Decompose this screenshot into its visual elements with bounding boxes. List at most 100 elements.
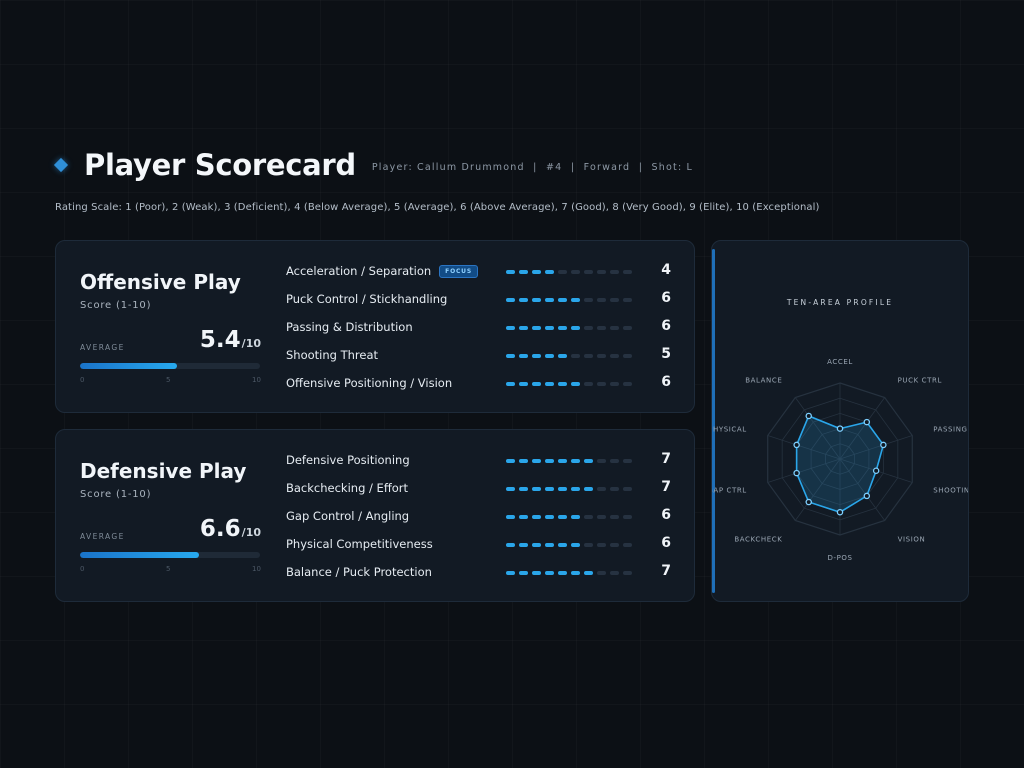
defensive-average-denominator: /10: [241, 526, 261, 539]
skill-rating-meter: [506, 326, 636, 330]
rating-segment: [571, 571, 580, 575]
rating-segment: [610, 487, 619, 491]
skill-score: 6: [661, 535, 671, 551]
rating-segment: [610, 382, 619, 386]
skill-label: Offensive Positioning / Vision: [286, 376, 452, 390]
skill-score: 6: [661, 507, 671, 523]
rating-segment: [519, 382, 528, 386]
skill-row: Acceleration / Separation FOCUS 4: [286, 262, 676, 280]
rating-segment: [571, 487, 580, 491]
skill-score: 6: [661, 318, 671, 334]
radar-point: [872, 467, 880, 474]
rating-segment: [584, 382, 593, 386]
skill-name: Backchecking / Effort: [286, 481, 409, 495]
skill-name: Balance / Puck Protection: [286, 565, 432, 579]
rating-segment: [519, 326, 528, 330]
radar-axis-label: D-POS: [827, 554, 852, 562]
skill-row: Offensive Positioning / Vision 6: [286, 374, 676, 392]
skill-name: Offensive Positioning / Vision: [286, 376, 453, 390]
rating-segment: [558, 543, 567, 547]
rating-segment: [519, 459, 528, 463]
rating-segment: [597, 298, 606, 302]
skill-name: Physical Competitiveness: [286, 537, 433, 551]
rating-segment: [597, 459, 606, 463]
rating-segment: [545, 382, 554, 386]
skill-rating-meter: [506, 270, 636, 274]
rating-segment: [597, 326, 606, 330]
rating-segment: [584, 571, 593, 575]
offensive-tick-5: 5: [166, 376, 171, 384]
rating-segment: [571, 298, 580, 302]
rating-segment: [610, 459, 619, 463]
radar-axis-label: BALANCE: [745, 377, 782, 385]
skill-score: 7: [661, 563, 671, 579]
radar-chart: ACCEL PUCK CTRL PASSING SHOOTING VISION D-POS…: [712, 358, 968, 562]
rating-segment: [584, 543, 593, 547]
rating-segment: [623, 543, 632, 547]
rating-segment: [532, 543, 541, 547]
offensive-average: 5.4 /10: [200, 327, 261, 353]
radar-point: [836, 425, 844, 432]
rating-segment: [610, 515, 619, 519]
rating-segment: [571, 515, 580, 519]
defensive-average-label: AVERAGE: [80, 532, 125, 541]
offensive-panel: Offensive Play Score (1-10) AVERAGE 5.4 …: [55, 240, 695, 413]
rating-segment: [610, 270, 619, 274]
offensive-score-label: Score (1-10): [80, 300, 152, 311]
rating-segment: [545, 515, 554, 519]
skill-rating-meter: [506, 571, 636, 575]
rating-segment: [506, 487, 515, 491]
skill-row: Balance / Puck Protection 7: [286, 563, 676, 581]
rating-segment: [558, 326, 567, 330]
rating-segment: [532, 270, 541, 274]
skill-label: Puck Control / Stickhandling: [286, 292, 447, 306]
rating-segment: [623, 298, 632, 302]
skill-score: 6: [661, 374, 671, 390]
rating-segment: [571, 354, 580, 358]
skill-name: Puck Control / Stickhandling: [286, 292, 448, 306]
rating-segment: [545, 298, 554, 302]
skill-score: 7: [661, 479, 671, 495]
skill-rating-meter: [506, 543, 636, 547]
rating-segment: [532, 515, 541, 519]
rating-segment: [610, 543, 619, 547]
rating-segment: [558, 354, 567, 358]
radar-point: [793, 441, 800, 449]
rating-segment: [623, 459, 632, 463]
rating-segment: [571, 270, 580, 274]
page-header: Player Scorecard Player: Callum Drummond…: [53, 148, 693, 182]
skill-row: Gap Control / Angling 6: [286, 507, 676, 525]
rating-segment: [597, 543, 606, 547]
rating-segment: [519, 515, 528, 519]
defensive-average-value: 6.6: [199, 516, 241, 542]
rating-segment: [506, 270, 515, 274]
rating-segment: [506, 326, 515, 330]
radar-axis-label: PHYSICAL: [712, 426, 747, 434]
rating-segment: [545, 487, 554, 491]
rating-segment: [558, 298, 567, 302]
skill-score: 4: [661, 262, 671, 278]
rating-segment: [506, 298, 515, 302]
rating-segment: [519, 298, 528, 302]
rating-segment: [610, 326, 619, 330]
skill-score: 5: [661, 346, 671, 362]
rating-segment: [532, 326, 541, 330]
rating-segment: [597, 382, 606, 386]
skill-name: Acceleration / Separation: [286, 264, 432, 278]
offensive-tick-0: 0: [80, 376, 85, 384]
skill-name: Passing & Distribution: [286, 320, 413, 334]
rating-segment: [545, 459, 554, 463]
rating-segment: [506, 382, 515, 386]
rating-segment: [584, 459, 593, 463]
rating-segment: [519, 487, 528, 491]
rating-segment: [597, 354, 606, 358]
skill-rating-meter: [506, 459, 636, 463]
radar-point: [863, 492, 871, 500]
rating-segment: [545, 354, 554, 358]
radar-axis-label: PASSING: [933, 426, 967, 434]
skill-row: Physical Competitiveness 6: [286, 535, 676, 553]
rating-segment: [519, 354, 528, 358]
skill-name: Shooting Threat: [286, 348, 379, 362]
radar-point: [880, 441, 887, 449]
radar-point: [805, 498, 812, 506]
